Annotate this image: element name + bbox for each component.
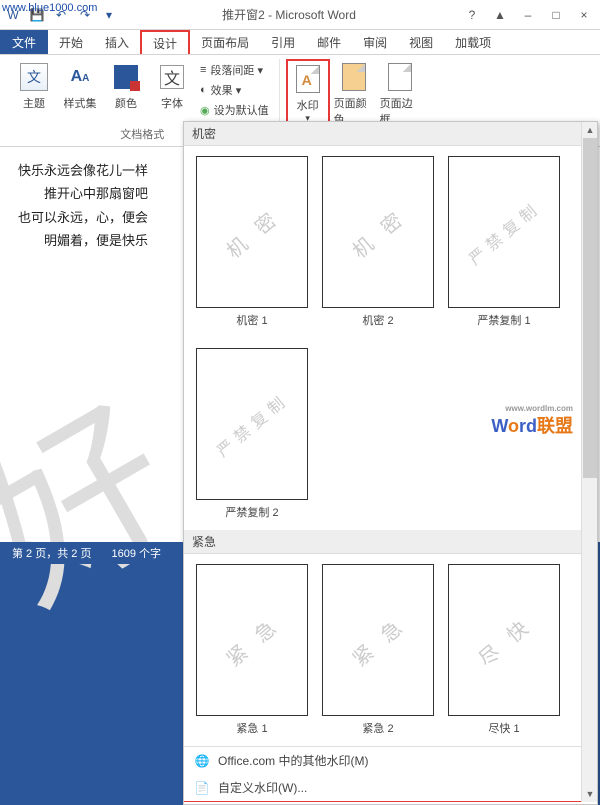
colors-label: 颜色 (115, 95, 137, 111)
ribbon-toggle-button[interactable]: ▲ (486, 4, 514, 26)
word-count[interactable]: 1609 个字 (111, 545, 161, 561)
fonts-icon: 文 (160, 65, 184, 89)
watermark-option[interactable]: 紧 急紧急 1 (196, 564, 308, 736)
scroll-down-icon[interactable]: ▼ (582, 786, 597, 802)
page-border-button[interactable]: 页面边框 (378, 59, 422, 129)
tab-mail[interactable]: 邮件 (306, 30, 352, 54)
styleset-button[interactable]: AA 样式集 (58, 59, 102, 113)
scroll-thumb[interactable] (583, 138, 597, 478)
styleset-label: 样式集 (64, 95, 97, 111)
watermark-option[interactable]: 尽 快尽快 1 (448, 564, 560, 736)
gallery-scrollbar[interactable]: ▲ ▼ (581, 122, 597, 802)
page-icon: 📄 (194, 780, 210, 796)
wordlm-logo: www.wordlm.com Word联盟 (491, 412, 573, 438)
paragraph-icon: ≡ (200, 64, 206, 76)
default-icon: ◉ (200, 104, 210, 117)
close-button[interactable]: × (570, 4, 598, 26)
tab-design[interactable]: 设计 (140, 30, 190, 54)
tab-file[interactable]: 文件 (0, 30, 48, 54)
globe-icon: 🌐 (194, 753, 210, 769)
watermark-gallery: 机密 机 密机密 1 机 密机密 2 严禁复制严禁复制 1 严禁复制严禁复制 2… (183, 121, 598, 805)
help-button[interactable]: ? (458, 4, 486, 26)
watermark-option[interactable]: 机 密机密 1 (196, 156, 308, 328)
background-watermark: 好 (0, 333, 213, 649)
page-color-button[interactable]: 页面颜色 (332, 59, 376, 129)
menu-custom-watermark[interactable]: 📄自定义水印(W)... (184, 774, 597, 801)
gallery-section-confidential: 机密 (184, 122, 597, 146)
tab-references[interactable]: 引用 (260, 30, 306, 54)
styleset-icon: AA (71, 68, 90, 86)
tab-layout[interactable]: 页面布局 (190, 30, 260, 54)
menu-remove-watermark[interactable]: ✕删除水印(R) (184, 801, 597, 802)
colors-icon (114, 65, 138, 89)
watermark-icon (296, 65, 320, 93)
themes-icon: 文 (20, 63, 48, 91)
page-border-icon (388, 63, 412, 91)
fonts-label: 字体 (161, 95, 183, 111)
themes-label: 主题 (23, 95, 45, 111)
qat-dropdown-icon[interactable]: ▾ (98, 4, 120, 26)
watermark-label: 水印 (297, 97, 319, 113)
watermark-option[interactable]: 严禁复制严禁复制 2 (196, 348, 308, 520)
page-color-icon (342, 63, 366, 91)
tab-start[interactable]: 开始 (48, 30, 94, 54)
watermark-button[interactable]: 水印 ▾ (286, 59, 330, 128)
minimize-button[interactable]: – (514, 4, 542, 26)
set-default-button[interactable]: ◉设为默认值 (196, 101, 273, 119)
colors-button[interactable]: 颜色 (104, 59, 148, 113)
effects-icon: ◐ (200, 84, 207, 96)
gallery-section-urgent: 紧急 (184, 530, 597, 554)
effects-button[interactable]: ◐效果 ▾ (196, 81, 273, 99)
themes-button[interactable]: 文 主题 (12, 59, 56, 113)
scroll-up-icon[interactable]: ▲ (582, 122, 597, 138)
tab-insert[interactable]: 插入 (94, 30, 140, 54)
source-url-overlay: www.blue1000.com (2, 2, 97, 14)
tab-addins[interactable]: 加载项 (444, 30, 502, 54)
paragraph-spacing-button[interactable]: ≡段落间距 ▾ (196, 61, 273, 79)
page-indicator[interactable]: 第 2 页，共 2 页 (12, 545, 91, 561)
window-title: 推开窗2 - Microsoft Word (120, 6, 458, 23)
watermark-option[interactable]: 机 密机密 2 (322, 156, 434, 328)
tab-review[interactable]: 审阅 (352, 30, 398, 54)
watermark-option[interactable]: 紧 急紧急 2 (322, 564, 434, 736)
group-label-doc-format: 文档格式 (120, 124, 164, 142)
maximize-button[interactable]: □ (542, 4, 570, 26)
ribbon-tabs: 文件 开始 插入 设计 页面布局 引用 邮件 审阅 视图 加载项 (0, 30, 600, 55)
fonts-button[interactable]: 文 字体 (150, 59, 194, 113)
tab-view[interactable]: 视图 (398, 30, 444, 54)
watermark-option[interactable]: 严禁复制严禁复制 1 (448, 156, 560, 328)
menu-office-watermarks[interactable]: 🌐Office.com 中的其他水印(M) (184, 747, 597, 774)
